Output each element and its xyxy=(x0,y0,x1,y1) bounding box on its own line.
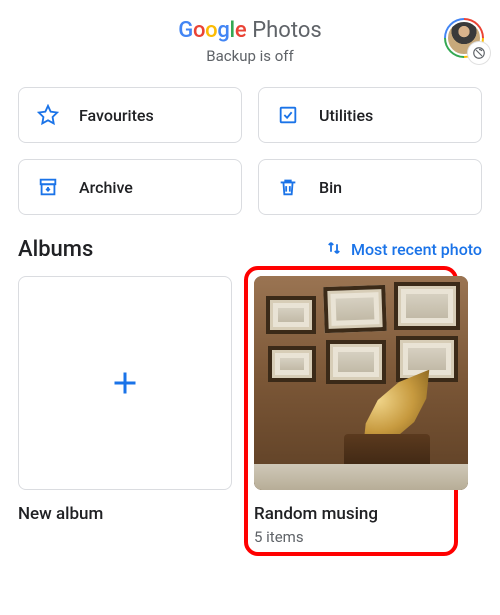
google-word: Google xyxy=(178,18,246,43)
favourites-tile[interactable]: Favourites xyxy=(18,87,242,143)
utilities-label: Utilities xyxy=(319,106,373,125)
utilities-icon xyxy=(277,104,299,126)
app-logo: Google Photos xyxy=(178,18,321,43)
albums-row: New album Random musing 5 items xyxy=(0,276,500,546)
archive-tile[interactable]: Archive xyxy=(18,159,242,215)
plus-icon xyxy=(107,365,143,401)
header: Google Photos Backup is off xyxy=(0,0,500,65)
album-thumbnail[interactable] xyxy=(254,276,468,490)
bin-tile[interactable]: Bin xyxy=(258,159,482,215)
album-title: Random musing xyxy=(254,504,448,524)
new-album-tile[interactable] xyxy=(18,276,232,490)
albums-heading: Albums xyxy=(18,237,93,262)
photos-word: Photos xyxy=(252,18,321,43)
utilities-tile[interactable]: Utilities xyxy=(258,87,482,143)
star-icon xyxy=(37,104,59,126)
backup-status: Backup is off xyxy=(206,47,293,65)
sort-icon xyxy=(325,239,343,261)
bin-label: Bin xyxy=(319,178,342,197)
new-album-label: New album xyxy=(18,504,232,524)
tools-grid: Favourites Utilities Archive Bin xyxy=(0,65,500,233)
account-avatar[interactable] xyxy=(444,18,484,58)
archive-label: Archive xyxy=(79,178,133,197)
sort-label: Most recent photo xyxy=(351,240,482,259)
bin-icon xyxy=(277,176,299,198)
album-subtitle: 5 items xyxy=(254,528,448,546)
sort-button[interactable]: Most recent photo xyxy=(325,239,482,261)
archive-icon xyxy=(37,176,59,198)
album-card[interactable]: Random musing 5 items xyxy=(244,266,458,556)
backup-off-badge-icon xyxy=(468,42,490,64)
new-album-card[interactable]: New album xyxy=(18,276,232,546)
favourites-label: Favourites xyxy=(79,106,154,125)
